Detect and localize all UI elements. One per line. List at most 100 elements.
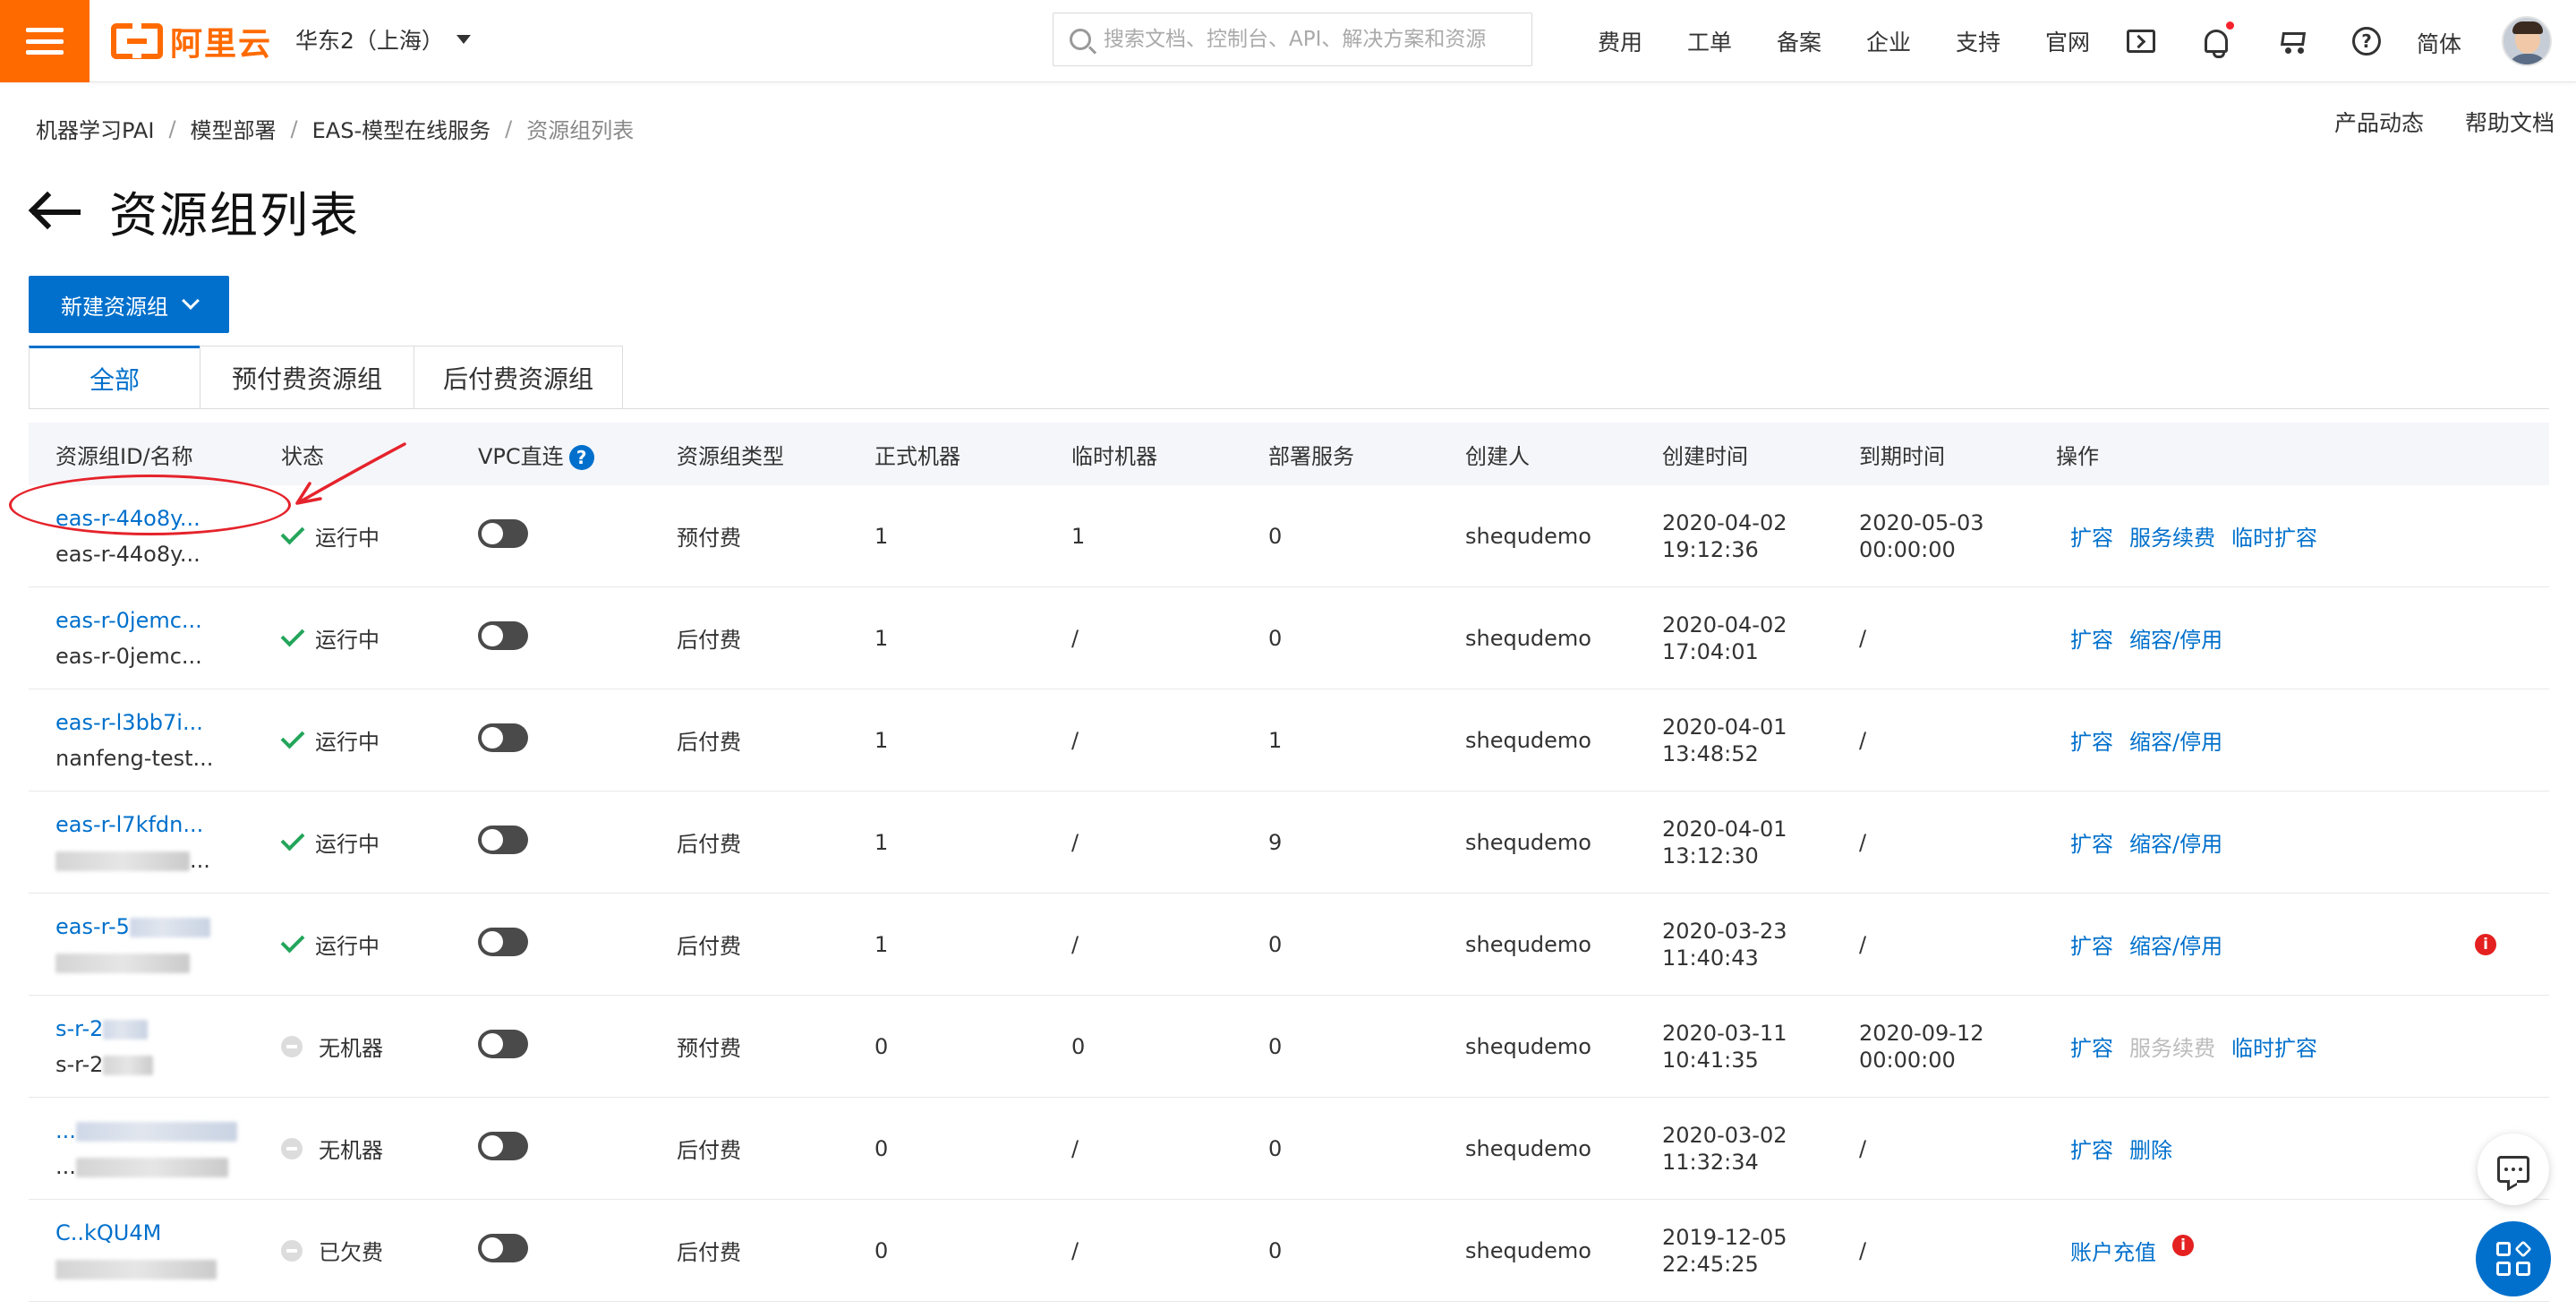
- row-action[interactable]: 扩容: [2070, 826, 2113, 858]
- cell-actions: 扩容 服务续费 临时扩容: [2056, 520, 2549, 552]
- cell-expire-at: /: [1859, 1237, 2056, 1264]
- row-action[interactable]: 扩容: [2070, 622, 2113, 654]
- user-avatar[interactable]: [2502, 16, 2552, 66]
- resource-group-id-link[interactable]: s-r-2: [55, 1011, 281, 1047]
- product-news-link[interactable]: 产品动态: [2334, 106, 2424, 138]
- cloud-shell-button[interactable]: [2103, 0, 2179, 82]
- col-services: 部署服务: [1268, 443, 1354, 469]
- info-icon[interactable]: i: [2172, 1235, 2194, 1256]
- resource-group-id-link[interactable]: eas-r-5: [55, 909, 281, 945]
- row-action[interactable]: 缩容/停用: [2129, 622, 2222, 654]
- row-action[interactable]: 账户充值: [2070, 1235, 2156, 1266]
- cell-temp-machines: 0: [1071, 1033, 1086, 1059]
- row-action[interactable]: 删除: [2129, 1133, 2172, 1164]
- nav-support[interactable]: 支持: [1933, 25, 2023, 57]
- row-action[interactable]: 扩容: [2070, 1133, 2113, 1164]
- nav-enterprise[interactable]: 企业: [1844, 25, 1933, 57]
- cart-button[interactable]: [2254, 0, 2329, 82]
- table-row: eas-r-l7kfdn...... 运行中 后付费 1 / 9 shequdemo 2020…: [29, 791, 2549, 894]
- nav-fees[interactable]: 费用: [1575, 25, 1665, 57]
- resource-group-id[interactable]: eas-r-5: [55, 914, 130, 939]
- row-action[interactable]: 临时扩容: [2231, 1031, 2317, 1062]
- resource-group-id-link[interactable]: eas-r-l3bb7i...: [55, 705, 281, 740]
- search-box[interactable]: [1053, 13, 1532, 66]
- cell-expire-at: /: [1859, 931, 2056, 958]
- cell-status: 运行中: [280, 826, 478, 858]
- vpc-toggle[interactable]: [478, 518, 528, 548]
- help-button[interactable]: ?: [2329, 0, 2404, 82]
- vpc-toggle[interactable]: [478, 825, 528, 854]
- notifications-button[interactable]: [2179, 0, 2254, 82]
- region-selector[interactable]: 华东2（上海）: [295, 23, 471, 56]
- tab-postpaid[interactable]: 后付费资源组: [414, 346, 623, 408]
- row-action[interactable]: 缩容/停用: [2129, 928, 2222, 960]
- apps-button[interactable]: [2476, 1221, 2551, 1296]
- resource-group-name-wrap: s-r-2: [55, 1047, 281, 1082]
- vpc-toggle[interactable]: [478, 927, 528, 956]
- nav-tickets[interactable]: 工单: [1665, 25, 1754, 57]
- aliyun-logo[interactable]: 阿里云: [111, 20, 272, 63]
- cell-vpc: [478, 1131, 677, 1166]
- cell-type: 后付费: [677, 934, 741, 959]
- row-action[interactable]: 缩容/停用: [2129, 826, 2222, 858]
- cell-expire-at: /: [1859, 727, 2056, 754]
- resource-group-id-link[interactable]: eas-r-l7kfdn...: [55, 807, 281, 843]
- resource-group-id[interactable]: eas-r-0jemc...: [55, 608, 202, 633]
- status-text: 无机器: [319, 1036, 383, 1061]
- vpc-toggle[interactable]: [478, 1233, 528, 1262]
- nav-icp[interactable]: 备案: [1754, 25, 1844, 57]
- nav-official-site[interactable]: 官网: [2023, 25, 2112, 57]
- created-date: 2020-03-02: [1662, 1122, 1787, 1148]
- row-action[interactable]: 临时扩容: [2231, 520, 2317, 552]
- breadcrumb-pai[interactable]: 机器学习PAI: [36, 113, 154, 144]
- resource-group-id[interactable]: ...: [55, 1118, 76, 1143]
- help-docs-link[interactable]: 帮助文档: [2465, 106, 2555, 138]
- breadcrumb-model-deploy[interactable]: 模型部署: [191, 113, 277, 144]
- table-row: eas-r-0jemc... eas-r-0jemc... 运行中 后付费 1 / 0 she…: [29, 587, 2549, 689]
- cell-services: 1: [1268, 727, 1283, 753]
- resource-group-name-wrap: [55, 1251, 281, 1287]
- row-action[interactable]: 扩容: [2070, 724, 2113, 756]
- resource-group-id[interactable]: eas-r-l3bb7i...: [55, 710, 203, 735]
- resource-group-id[interactable]: eas-r-l7kfdn...: [55, 812, 203, 837]
- vpc-toggle[interactable]: [478, 1029, 528, 1058]
- created-time: 10:41:35: [1662, 1047, 1759, 1073]
- vpc-toggle[interactable]: [478, 1131, 528, 1160]
- tab-prepaid[interactable]: 预付费资源组: [200, 346, 414, 408]
- resource-group-id-link[interactable]: C..kQU4M: [55, 1215, 281, 1251]
- chat-button[interactable]: [2478, 1134, 2549, 1205]
- row-action[interactable]: 服务续费: [2129, 520, 2215, 552]
- resource-group-id-link[interactable]: ...: [55, 1113, 281, 1149]
- resource-group-name: eas-r-44o8y...: [55, 541, 200, 567]
- cell-creator: shequdemo: [1465, 829, 1591, 855]
- menu-button[interactable]: [0, 0, 90, 82]
- new-resource-group-button[interactable]: 新建资源组: [29, 276, 229, 333]
- table-row: eas-r-l3bb7i... nanfeng-test... 运行中 后付费 1 / 1 s…: [29, 689, 2549, 791]
- resource-group-id[interactable]: C..kQU4M: [55, 1220, 161, 1245]
- cell-status: 已欠费: [281, 1235, 478, 1266]
- bell-icon: [2205, 30, 2228, 58]
- search-input[interactable]: [1104, 28, 1515, 51]
- cell-creator: shequdemo: [1465, 727, 1591, 753]
- cell-creator: shequdemo: [1465, 1135, 1591, 1161]
- vpc-toggle[interactable]: [478, 620, 528, 650]
- language-switch[interactable]: 简体: [2417, 27, 2461, 59]
- alert-icon[interactable]: i: [2475, 934, 2496, 955]
- row-action[interactable]: 扩容: [2070, 520, 2113, 552]
- resource-group-id-link[interactable]: eas-r-0jemc...: [55, 603, 281, 638]
- back-arrow-icon[interactable]: [28, 189, 82, 234]
- cell-services: 0: [1268, 523, 1283, 549]
- resource-group-id[interactable]: s-r-2: [55, 1016, 103, 1041]
- status-text: 运行中: [315, 730, 380, 755]
- vpc-toggle[interactable]: [478, 723, 528, 752]
- created-date: 2020-04-01: [1662, 816, 1787, 842]
- cell-id-name: eas-r-l3bb7i... nanfeng-test...: [29, 705, 281, 776]
- breadcrumb-eas[interactable]: EAS-模型在线服务: [312, 113, 490, 144]
- row-action[interactable]: 缩容/停用: [2129, 724, 2222, 756]
- tab-all[interactable]: 全部: [29, 346, 200, 409]
- page-title: 资源组列表: [109, 187, 360, 244]
- cell-type: 后付费: [677, 1240, 741, 1265]
- vpc-help-icon[interactable]: ?: [568, 444, 594, 470]
- row-action[interactable]: 扩容: [2070, 928, 2113, 960]
- row-action[interactable]: 扩容: [2070, 1031, 2113, 1062]
